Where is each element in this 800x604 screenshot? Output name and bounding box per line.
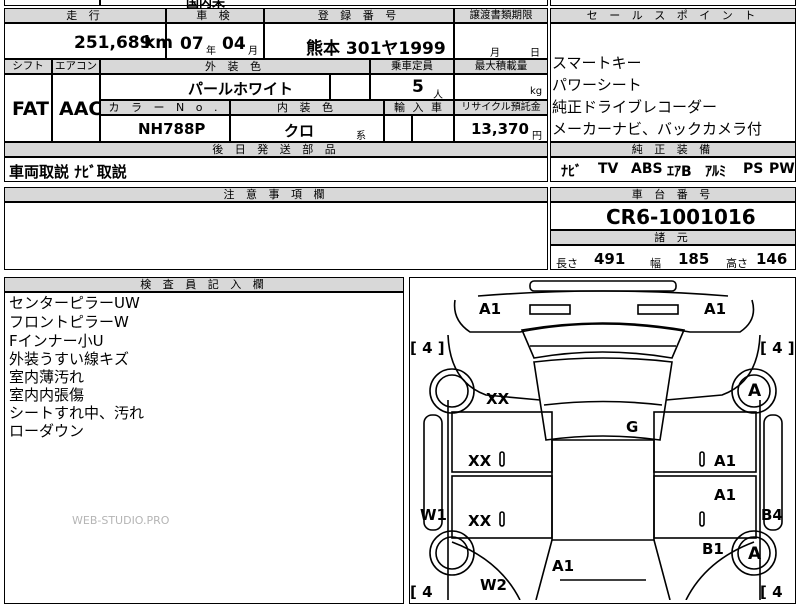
mark-sill-right: B4 bbox=[761, 506, 783, 524]
mark-fender-left: XX bbox=[486, 390, 510, 408]
mark-a1-front-left: A1 bbox=[479, 300, 502, 318]
mark-door-front-left: XX bbox=[468, 452, 492, 470]
mark-sill-left: W1 bbox=[420, 506, 447, 524]
mark-door-rear-right: A1 bbox=[714, 486, 737, 504]
mark-door-front-right: A1 bbox=[714, 452, 737, 470]
mark-door-rear-left: XX bbox=[468, 512, 492, 530]
mark-wheel-rear-right: A bbox=[748, 544, 762, 564]
mark-tire-rear-left: [ 4 bbox=[410, 583, 433, 601]
mark-tire-front-left: [ 4 ] bbox=[410, 339, 445, 357]
mark-hood: G bbox=[626, 418, 639, 436]
mark-tire-front-right: [ 4 ] bbox=[760, 339, 795, 357]
mark-tire-rear-right: [ 4 bbox=[760, 583, 783, 601]
mark-a1-front-right: A1 bbox=[704, 300, 727, 318]
mark-wheel-front-right: A bbox=[748, 381, 762, 401]
mark-trunk: A1 bbox=[552, 557, 575, 575]
mark-quarter-left: W2 bbox=[480, 576, 507, 594]
mark-quarter-right: B1 bbox=[702, 540, 724, 558]
car-diagram bbox=[423, 280, 783, 600]
